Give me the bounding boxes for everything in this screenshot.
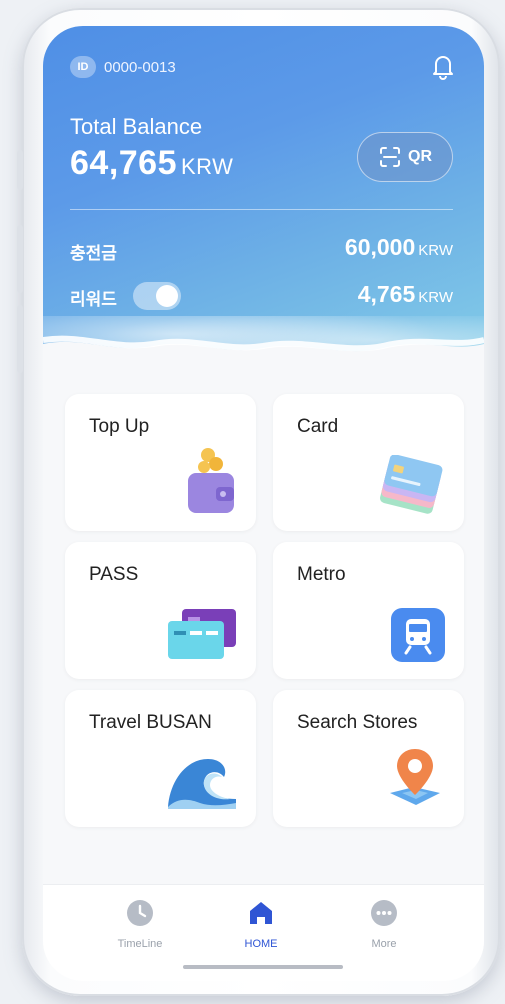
id-badge: ID <box>70 56 96 78</box>
qr-scan-icon <box>380 147 400 167</box>
total-balance-value: 64,765 KRW <box>70 144 233 183</box>
cards-icon <box>380 455 443 514</box>
clock-icon <box>127 900 153 926</box>
metro-tile[interactable]: Metro <box>273 542 464 679</box>
total-balance-label: Total Balance <box>70 114 203 139</box>
bottom-tab-bar: TimeLine HOME More <box>43 884 484 981</box>
tile-label: Metro <box>297 564 346 585</box>
home-indicator[interactable] <box>183 965 343 969</box>
qr-button[interactable]: QR <box>357 132 453 182</box>
reward-toggle[interactable] <box>133 282 181 310</box>
divider <box>70 209 453 210</box>
wallet-icon <box>188 448 234 513</box>
more-icon <box>371 900 397 926</box>
search-stores-tile[interactable]: Search Stores <box>273 690 464 827</box>
tab-label: TimeLine <box>117 938 163 950</box>
tab-label: More <box>371 938 397 950</box>
top-up-tile[interactable]: Top Up <box>65 394 256 531</box>
card-tile[interactable]: Card <box>273 394 464 531</box>
reward-amount: 4,765 <box>357 281 416 307</box>
toggle-knob <box>156 285 178 307</box>
reward-label: 리워드 <box>70 290 117 309</box>
side-button <box>17 305 23 373</box>
tile-label: Search Stores <box>297 712 418 733</box>
map-pin-icon <box>390 749 440 805</box>
bell-icon[interactable] <box>427 50 459 82</box>
side-button <box>17 150 23 190</box>
charge-unit: KRW <box>418 242 453 259</box>
tab-home[interactable]: HOME <box>221 899 301 950</box>
tile-label: Travel BUSAN <box>89 712 212 733</box>
reward-value: 4,765 KRW <box>358 281 453 308</box>
app-screen: ID 0000-0013 Total Balance 64,765 KRW QR … <box>43 26 484 981</box>
tile-label: Card <box>297 416 339 437</box>
charge-amount: 60,000 <box>344 234 416 260</box>
charge-value: 60,000 KRW <box>345 234 453 261</box>
tile-label: Top Up <box>89 416 150 437</box>
train-icon <box>391 608 445 662</box>
total-balance-unit: KRW <box>181 154 234 179</box>
pass-cards-icon <box>168 609 236 659</box>
tab-more[interactable]: More <box>344 899 424 950</box>
member-id-row: ID 0000-0013 <box>70 56 176 78</box>
member-id: 0000-0013 <box>104 58 176 76</box>
side-button <box>17 225 23 293</box>
travel-busan-tile[interactable]: Travel BUSAN <box>65 690 256 827</box>
pass-tile[interactable]: PASS <box>65 542 256 679</box>
tab-timeline[interactable]: TimeLine <box>100 899 180 950</box>
tab-label: HOME <box>244 938 278 950</box>
total-balance-amount: 64,765 <box>70 144 177 182</box>
wave-icon <box>168 759 236 809</box>
tile-label: PASS <box>89 564 139 585</box>
charge-label: 충전금 <box>70 244 117 263</box>
qr-button-label: QR <box>408 148 432 165</box>
reward-unit: KRW <box>418 289 453 306</box>
home-icon <box>250 902 272 924</box>
